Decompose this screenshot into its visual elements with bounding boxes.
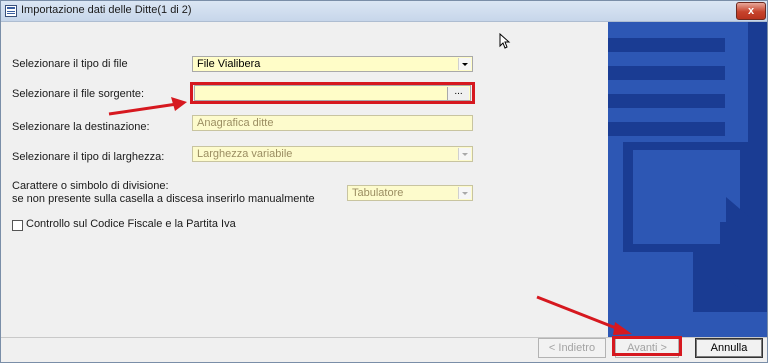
form-icon [5, 5, 17, 17]
mouse-pointer-icon [499, 33, 511, 49]
dialog-content: Selezionare il tipo di file File Vialibe… [1, 22, 767, 362]
back-button[interactable]: < Indietro [538, 338, 606, 358]
window-title: Importazione dati delle Ditte(1 di 2) [21, 4, 192, 16]
carattere-value: Tabulatore [352, 187, 404, 199]
import-dialog-window: Importazione dati delle Ditte(1 di 2) x … [0, 0, 768, 363]
chevron-down-icon[interactable] [458, 58, 471, 70]
larghezza-value: Larghezza variabile [197, 148, 293, 160]
carattere-dropdown: Tabulatore [347, 185, 473, 201]
controllo-label: Controllo sul Codice Fiscale e la Partit… [26, 218, 236, 230]
arrow-curve-icon [623, 22, 767, 312]
chevron-down-icon [458, 187, 471, 199]
cancel-button[interactable]: Annulla [695, 338, 763, 358]
close-button[interactable]: x [736, 2, 766, 20]
carattere-label-line2: se non presente sulla casella a discesa … [12, 193, 315, 205]
destinazione-label: Selezionare la destinazione: [12, 121, 150, 133]
file-sorgente-highlight [190, 82, 475, 104]
file-sorgente-label: Selezionare il file sorgente: [12, 88, 145, 100]
carattere-label-line1: Carattere o simbolo di divisione: [12, 180, 169, 192]
side-banner [608, 22, 767, 337]
chevron-down-icon [458, 148, 471, 160]
title-bar: Importazione dati delle Ditte(1 di 2) x [1, 1, 767, 22]
tipo-file-dropdown[interactable]: File Vialibera [192, 56, 473, 72]
larghezza-label: Selezionare il tipo di larghezza: [12, 151, 165, 163]
destinazione-field: Anagrafica ditte [192, 115, 473, 131]
tipo-file-label: Selezionare il tipo di file [12, 58, 128, 70]
next-button-highlight [612, 336, 682, 356]
controllo-checkbox[interactable] [12, 220, 23, 231]
larghezza-dropdown: Larghezza variabile [192, 146, 473, 162]
tipo-file-value: File Vialibera [197, 58, 261, 70]
